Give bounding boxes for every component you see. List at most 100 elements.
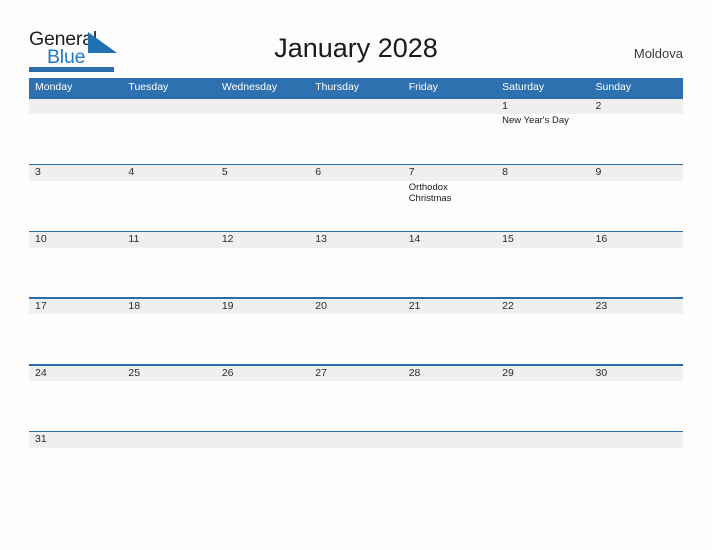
day-number[interactable] (216, 99, 309, 115)
weekday-header-thursday: Thursday (315, 81, 360, 93)
day-number[interactable]: 29 (496, 366, 589, 382)
day-cell[interactable] (122, 448, 215, 498)
day-number[interactable]: 16 (590, 232, 683, 248)
day-number[interactable] (122, 432, 215, 448)
day-cell[interactable] (29, 448, 122, 498)
week-number-band: 31 (29, 432, 683, 448)
weekday-header-sunday: Sunday (595, 81, 632, 93)
day-number[interactable]: 2 (590, 99, 683, 115)
day-cell[interactable] (309, 248, 402, 298)
day-number[interactable]: 28 (403, 366, 496, 382)
day-cell[interactable] (122, 248, 215, 298)
week-event-band: New Year's Day (29, 114, 683, 164)
day-number[interactable]: 10 (29, 232, 122, 248)
day-number[interactable]: 31 (29, 432, 122, 448)
day-cell[interactable] (590, 381, 683, 431)
day-number[interactable] (403, 99, 496, 115)
day-cell[interactable] (309, 114, 402, 164)
day-number[interactable]: 8 (496, 165, 589, 181)
week-event-band (29, 314, 683, 365)
day-cell[interactable] (496, 381, 589, 431)
weekday-header-friday: Friday (408, 81, 438, 93)
day-cell[interactable] (496, 448, 589, 498)
week-number-band: 17 18 19 20 21 22 23 (29, 298, 683, 315)
week-row: 31 (29, 430, 683, 498)
day-number[interactable]: 6 (309, 165, 402, 181)
day-number[interactable]: 5 (216, 165, 309, 181)
day-cell[interactable]: Orthodox Christmas (403, 181, 496, 231)
day-cell[interactable] (309, 448, 402, 498)
day-number[interactable]: 1 (496, 99, 589, 115)
day-number[interactable]: 7 (403, 165, 496, 181)
week-row: 1 2 New Year's Day (29, 97, 683, 164)
day-number[interactable]: 4 (122, 165, 215, 181)
day-number[interactable]: 23 (590, 299, 683, 315)
week-row: 10 11 12 13 14 15 16 (29, 230, 683, 298)
day-cell[interactable] (590, 181, 683, 231)
country-label: Moldova (633, 46, 683, 61)
day-number[interactable]: 11 (122, 232, 215, 248)
day-cell[interactable] (496, 314, 589, 364)
day-number[interactable] (496, 432, 589, 448)
day-cell[interactable] (309, 381, 402, 431)
day-number[interactable] (216, 432, 309, 448)
week-number-band: 1 2 (29, 98, 683, 115)
day-number[interactable] (309, 99, 402, 115)
day-cell[interactable] (403, 381, 496, 431)
day-number[interactable]: 25 (122, 366, 215, 382)
calendar-grid: Monday Tuesday Wednesday Thursday Friday… (29, 78, 683, 498)
day-number[interactable]: 18 (122, 299, 215, 315)
day-cell[interactable] (590, 114, 683, 164)
day-cell[interactable] (216, 181, 309, 231)
day-number[interactable]: 22 (496, 299, 589, 315)
day-number[interactable]: 26 (216, 366, 309, 382)
day-cell[interactable] (216, 314, 309, 364)
day-number[interactable]: 3 (29, 165, 122, 181)
day-cell[interactable]: New Year's Day (496, 114, 589, 164)
day-cell[interactable] (216, 248, 309, 298)
day-number[interactable]: 12 (216, 232, 309, 248)
day-cell[interactable] (122, 314, 215, 364)
day-number[interactable] (309, 432, 402, 448)
day-cell[interactable] (216, 448, 309, 498)
day-number[interactable] (29, 99, 122, 115)
day-number[interactable] (403, 432, 496, 448)
day-cell[interactable] (29, 181, 122, 231)
day-cell[interactable] (29, 381, 122, 431)
day-number[interactable] (122, 99, 215, 115)
week-event-band (29, 381, 683, 431)
day-number[interactable]: 21 (403, 299, 496, 315)
day-cell[interactable] (29, 114, 122, 164)
day-number[interactable]: 24 (29, 366, 122, 382)
day-cell[interactable] (309, 314, 402, 364)
day-cell[interactable] (403, 448, 496, 498)
day-cell[interactable] (403, 248, 496, 298)
day-cell[interactable] (496, 248, 589, 298)
day-cell[interactable] (122, 114, 215, 164)
day-number[interactable]: 14 (403, 232, 496, 248)
day-cell[interactable] (403, 114, 496, 164)
day-cell[interactable] (496, 181, 589, 231)
day-number[interactable] (590, 432, 683, 448)
day-number[interactable]: 13 (309, 232, 402, 248)
week-event-band (29, 447, 683, 498)
day-number[interactable]: 9 (590, 165, 683, 181)
day-number[interactable]: 20 (309, 299, 402, 315)
day-cell[interactable] (29, 248, 122, 298)
day-number[interactable]: 17 (29, 299, 122, 315)
day-number[interactable]: 15 (496, 232, 589, 248)
day-cell[interactable] (309, 181, 402, 231)
day-cell[interactable] (29, 314, 122, 364)
day-cell[interactable] (590, 248, 683, 298)
day-number[interactable]: 19 (216, 299, 309, 315)
day-cell[interactable] (122, 381, 215, 431)
day-cell[interactable] (216, 381, 309, 431)
day-cell[interactable] (590, 448, 683, 498)
day-cell[interactable] (122, 181, 215, 231)
day-number[interactable]: 30 (590, 366, 683, 382)
day-number[interactable]: 27 (309, 366, 402, 382)
day-cell[interactable] (590, 314, 683, 364)
week-number-band: 3 4 5 6 7 8 9 (29, 165, 683, 181)
day-cell[interactable] (403, 314, 496, 364)
day-cell[interactable] (216, 114, 309, 164)
